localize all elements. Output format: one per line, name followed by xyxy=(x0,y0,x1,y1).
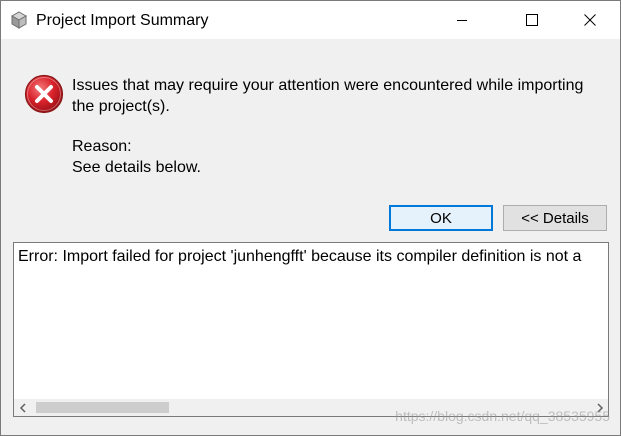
ok-button[interactable]: OK xyxy=(389,205,493,231)
maximize-icon xyxy=(526,14,538,26)
horizontal-scrollbar[interactable] xyxy=(14,399,608,416)
details-text-area[interactable]: Error: Import failed for project 'junhen… xyxy=(13,242,609,417)
scroll-right-button[interactable] xyxy=(591,399,608,416)
dialog-title: Project Import Summary xyxy=(36,12,209,29)
project-import-summary-dialog: Project Import Summary Issues that may r… xyxy=(0,0,621,436)
minimize-icon xyxy=(457,20,467,21)
scrollbar-thumb[interactable] xyxy=(36,402,169,413)
maximize-button[interactable] xyxy=(509,1,555,39)
title-bar[interactable]: Project Import Summary xyxy=(1,1,620,39)
error-message: Issues that may require your attention w… xyxy=(72,77,584,115)
reason-label: Reason: xyxy=(72,138,132,155)
error-icon xyxy=(24,74,64,114)
reason-text: See details below. xyxy=(72,159,201,176)
details-text: Error: Import failed for project 'junhen… xyxy=(18,248,582,265)
minimize-button[interactable] xyxy=(439,1,485,39)
app-icon xyxy=(10,11,28,29)
close-icon xyxy=(584,14,596,26)
scroll-left-button[interactable] xyxy=(14,399,31,416)
close-button[interactable] xyxy=(567,1,613,39)
chevron-right-icon xyxy=(596,402,603,413)
chevron-left-icon xyxy=(19,402,26,413)
details-toggle-button[interactable]: << Details xyxy=(503,205,607,231)
